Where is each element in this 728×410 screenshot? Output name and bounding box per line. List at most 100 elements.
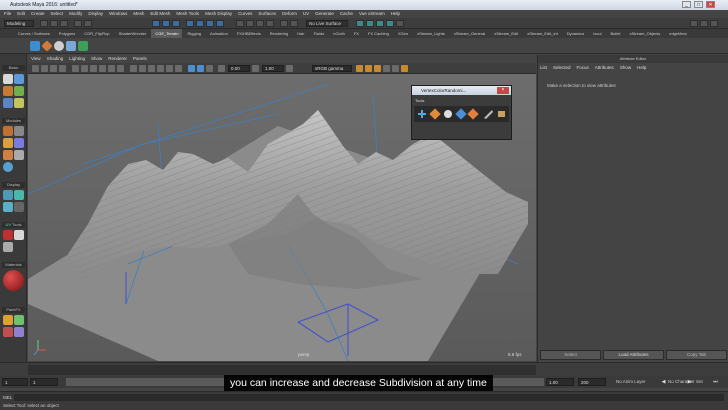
scale-tool-icon[interactable] bbox=[14, 98, 24, 108]
live-surface-field[interactable]: No Live Surface bbox=[306, 20, 348, 27]
menu-help[interactable]: Help bbox=[391, 10, 400, 18]
add-icon[interactable] bbox=[418, 110, 426, 118]
ae-menu-show[interactable]: Show bbox=[620, 63, 631, 72]
shelf-tab-fluids[interactable]: Fluids bbox=[310, 29, 329, 38]
exposure-icon[interactable] bbox=[218, 65, 225, 72]
curve-icon[interactable] bbox=[3, 190, 13, 200]
shelf-tab-rigging[interactable]: Rigging bbox=[183, 29, 205, 38]
vp-tool-2-icon[interactable] bbox=[365, 65, 372, 72]
safe-action-icon[interactable] bbox=[117, 65, 124, 72]
plane-icon[interactable] bbox=[3, 150, 13, 160]
save-scene-icon[interactable] bbox=[60, 20, 68, 27]
shelf-tab-hair[interactable]: Hair bbox=[293, 29, 308, 38]
smooth-shade-icon[interactable] bbox=[139, 65, 146, 72]
move-tool-icon[interactable] bbox=[14, 86, 24, 96]
magnet-icon[interactable] bbox=[290, 20, 298, 27]
paint-effects-icon[interactable] bbox=[14, 315, 24, 325]
history-icon[interactable] bbox=[280, 20, 288, 27]
menu-uv[interactable]: UV bbox=[303, 10, 309, 18]
render-settings-icon[interactable] bbox=[386, 20, 394, 27]
gamma-field[interactable]: 1.00 bbox=[262, 65, 284, 72]
playback-end-field[interactable]: 200 bbox=[578, 378, 606, 386]
menu-edit[interactable]: Edit bbox=[17, 10, 25, 18]
menu-curves[interactable]: Curves bbox=[238, 10, 252, 18]
wireframe-on-shaded-icon[interactable] bbox=[148, 65, 155, 72]
ae-menu-focus[interactable]: Focus bbox=[577, 63, 589, 72]
terrain-plane-icon[interactable] bbox=[30, 41, 40, 51]
minimize-button[interactable]: _ bbox=[682, 1, 691, 8]
animation-start-field[interactable]: 1 bbox=[2, 378, 28, 386]
maximize-button[interactable]: □ bbox=[694, 1, 703, 8]
undo-icon[interactable] bbox=[74, 20, 82, 27]
vp-tool-3-icon[interactable] bbox=[374, 65, 381, 72]
shelf-tab-rendering[interactable]: Rendering bbox=[266, 29, 292, 38]
blue-diamond-icon[interactable] bbox=[455, 108, 467, 120]
current-time-field[interactable]: 1.00 bbox=[546, 378, 574, 386]
menu-create[interactable]: Create bbox=[31, 10, 45, 18]
menu-mesh-tools[interactable]: Mesh Tools bbox=[176, 10, 199, 18]
menu-edit-mesh[interactable]: Edit Mesh bbox=[150, 10, 170, 18]
snap-point-icon[interactable] bbox=[256, 20, 264, 27]
viewport-menu-view[interactable]: View bbox=[31, 55, 41, 63]
paint-brush-icon[interactable] bbox=[3, 315, 13, 325]
shelf-tab-xstream-edit[interactable]: xStream_Edit bbox=[490, 29, 522, 38]
floating-window-title-bar[interactable]: VertexColorRandomi... × bbox=[412, 86, 511, 95]
select-by-component-icon[interactable] bbox=[172, 20, 180, 27]
color-management-icon[interactable] bbox=[286, 65, 293, 72]
menu-generate[interactable]: Generate bbox=[315, 10, 334, 18]
pick-mask-icon[interactable] bbox=[186, 20, 194, 27]
ae-load-attributes-button[interactable]: Load Attributes bbox=[603, 350, 664, 360]
time-slider[interactable] bbox=[0, 362, 728, 376]
shelf-tab-xstream-edit-int[interactable]: xStream_Edit_int bbox=[523, 29, 561, 38]
shelf-tab-edgemerc[interactable]: edgeMerc bbox=[665, 29, 691, 38]
snap-grid-icon[interactable] bbox=[236, 20, 244, 27]
textured-icon[interactable] bbox=[157, 65, 164, 72]
orange-diamond-icon[interactable] bbox=[467, 108, 479, 120]
uv-unfold-icon[interactable] bbox=[3, 242, 13, 252]
floating-window-tab[interactable]: Tools bbox=[415, 98, 424, 103]
torus-icon[interactable] bbox=[14, 138, 24, 148]
viewport-menu-show[interactable]: Show bbox=[91, 55, 102, 63]
ae-menu-selected[interactable]: Selected bbox=[553, 63, 571, 72]
vertex-color-diamond-icon[interactable] bbox=[429, 108, 441, 120]
gate-mask-icon[interactable] bbox=[99, 65, 106, 72]
sphere-icon[interactable] bbox=[54, 41, 64, 51]
shelf-tab-xgen[interactable]: XGen bbox=[394, 29, 412, 38]
paint-attributes-icon[interactable] bbox=[14, 327, 24, 337]
pick-mask-curves-icon[interactable] bbox=[206, 20, 214, 27]
disc-icon[interactable] bbox=[14, 150, 24, 160]
pick-mask-surfaces-icon[interactable] bbox=[216, 20, 224, 27]
render-current-icon[interactable] bbox=[366, 20, 374, 27]
shelf-tab-curves-surfaces[interactable]: Curves / Surfaces bbox=[14, 29, 54, 38]
menu-mesh-display[interactable]: Mesh Display bbox=[205, 10, 232, 18]
shelf-tab-animation[interactable]: Animation bbox=[206, 29, 232, 38]
snap-plane-icon[interactable] bbox=[266, 20, 274, 27]
menu-windows[interactable]: Windows bbox=[109, 10, 127, 18]
uv-editor-icon[interactable] bbox=[14, 230, 24, 240]
uv-map-icon[interactable] bbox=[3, 230, 13, 240]
menu-modify[interactable]: Modify bbox=[69, 10, 82, 18]
select-by-object-icon[interactable] bbox=[162, 20, 170, 27]
select-tool-icon[interactable] bbox=[3, 74, 13, 84]
box-tool-icon[interactable] bbox=[498, 111, 505, 117]
vp-tool-5-icon[interactable] bbox=[392, 65, 399, 72]
new-scene-icon[interactable] bbox=[40, 20, 48, 27]
menu-cache[interactable]: Cache bbox=[340, 10, 353, 18]
film-gate-icon[interactable] bbox=[81, 65, 88, 72]
shelf-tab-fx-caching[interactable]: FX Caching bbox=[364, 29, 393, 38]
cone-icon[interactable] bbox=[3, 138, 13, 148]
erosion-icon[interactable] bbox=[78, 41, 88, 51]
sphere-primitive-icon[interactable] bbox=[3, 162, 13, 172]
use-all-lights-icon[interactable] bbox=[166, 65, 173, 72]
ae-menu-help[interactable]: Help bbox=[637, 63, 646, 72]
lasso-tool-icon[interactable] bbox=[14, 74, 24, 84]
render-view-icon[interactable] bbox=[356, 20, 364, 27]
viewport-menu-renderer[interactable]: Renderer bbox=[108, 55, 127, 63]
time-slider-track[interactable] bbox=[28, 365, 536, 375]
resolution-gate-icon[interactable] bbox=[90, 65, 97, 72]
playback-start-field[interactable]: 1 bbox=[30, 378, 58, 386]
menu-select[interactable]: Select bbox=[51, 10, 64, 18]
toggle-channel-box-icon[interactable] bbox=[700, 20, 708, 27]
pick-mask-joints-icon[interactable] bbox=[196, 20, 204, 27]
paint-select-icon[interactable] bbox=[3, 86, 13, 96]
